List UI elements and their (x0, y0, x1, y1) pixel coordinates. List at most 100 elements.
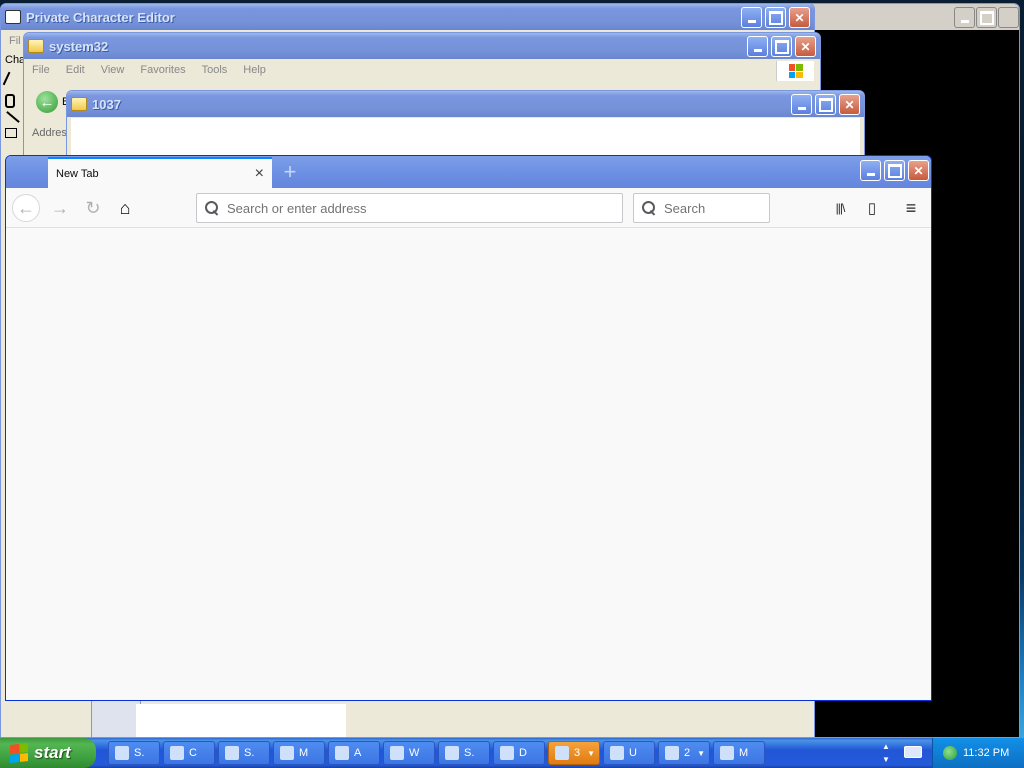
tools-icon (225, 746, 239, 760)
taskbar-button[interactable]: A (328, 741, 380, 765)
reload-button[interactable]: ↻ (79, 194, 107, 222)
taskbar-button-label: M (739, 747, 749, 759)
taskbar-button[interactable]: M (713, 741, 765, 765)
firefox-window[interactable]: New Tab × + ✕ ← → ↻ ⌂ Search or enter ad… (5, 155, 932, 701)
taskbar-button[interactable]: D (493, 741, 545, 765)
group-arrow-icon: ▼ (587, 748, 596, 758)
document-icon (500, 746, 514, 760)
forward-button[interactable]: → (46, 194, 74, 222)
maximize-button[interactable] (976, 7, 997, 28)
tab-title: New Tab (56, 167, 99, 180)
system32-menubar: File Edit View Favorites Tools Help (24, 59, 820, 81)
close-button[interactable]: ✕ (908, 160, 929, 181)
windows-logo-icon (776, 61, 814, 81)
pce-titlebar[interactable]: Private Character Editor (1, 4, 814, 30)
back-button[interactable]: ← B (36, 91, 69, 113)
taskbar-buttons: S. C S. M A W S. D 3 ▼ U 2 ▼ M (108, 741, 765, 765)
taskbar-button-label: A (354, 747, 362, 759)
back-button[interactable]: ← (12, 194, 40, 222)
menu-file[interactable]: File (24, 64, 58, 76)
network-icon[interactable] (943, 746, 957, 760)
globe-icon (280, 746, 294, 760)
pce-app-icon (5, 10, 21, 24)
tab-new-tab[interactable]: New Tab × (48, 157, 272, 188)
window-icon (335, 746, 349, 760)
taskbar-button[interactable]: W (383, 741, 435, 765)
taskbar-button[interactable]: C (163, 741, 215, 765)
line-icon[interactable] (6, 111, 20, 123)
search-icon (205, 201, 219, 215)
minimize-button[interactable] (954, 7, 975, 28)
minimize-button[interactable] (747, 36, 768, 57)
pce-canvas (136, 704, 346, 737)
taskbar-button[interactable]: S. (438, 741, 490, 765)
url-placeholder: Search or enter address (227, 200, 367, 216)
tab-strip: New Tab × + ✕ (6, 156, 931, 188)
close-button[interactable] (998, 7, 1019, 28)
pce-grid-area (91, 699, 141, 737)
system32-title: system32 (49, 38, 109, 54)
menu-favorites[interactable]: Favorites (132, 64, 193, 76)
taskbar-button[interactable]: S. (108, 741, 160, 765)
new-tab-button[interactable]: + (278, 159, 302, 184)
navigation-toolbar: ← → ↻ ⌂ Search or enter address Search |… (6, 188, 931, 228)
taskbar-button[interactable]: M (273, 741, 325, 765)
hamburger-menu-icon[interactable]: ≡ (900, 198, 922, 218)
pencil-icon[interactable] (2, 71, 22, 91)
drive-icon (115, 746, 129, 760)
mouse-icon (720, 746, 734, 760)
taskbar-button[interactable]: U (603, 741, 655, 765)
clock[interactable]: 11:32 PM (963, 747, 1009, 759)
maximize-button[interactable] (771, 36, 792, 57)
group-arrow-icon: ▼ (697, 748, 706, 758)
taskbar-button-label: D (519, 747, 527, 759)
library-icon[interactable]: |||\ (829, 198, 851, 218)
tab-close-icon[interactable]: × (255, 165, 264, 183)
search-bar[interactable]: Search (633, 193, 770, 223)
taskbar-button-label: C (189, 747, 197, 759)
menu-help[interactable]: Help (235, 64, 274, 76)
system32-titlebar[interactable]: system32 (24, 33, 820, 59)
menu-tools[interactable]: Tools (194, 64, 236, 76)
address-label: Addres (32, 127, 67, 139)
help-icon (445, 746, 459, 760)
maximize-button[interactable] (815, 94, 836, 115)
taskbar-button-label: S. (464, 747, 475, 759)
close-button[interactable]: ✕ (789, 7, 810, 28)
home-button[interactable]: ⌂ (111, 194, 139, 222)
back-arrow-icon: ← (36, 91, 58, 113)
taskbar-button[interactable]: 3 ▼ (548, 741, 600, 765)
minimize-button[interactable] (860, 160, 881, 181)
menu-view[interactable]: View (93, 64, 133, 76)
folder-icon (71, 97, 87, 111)
keyboard-icon[interactable] (904, 746, 922, 758)
pce-title: Private Character Editor (26, 9, 175, 25)
rectangle-icon[interactable] (5, 128, 17, 138)
close-button[interactable]: ✕ (839, 94, 860, 115)
taskbar-button[interactable]: 2 ▼ (658, 741, 710, 765)
maximize-button[interactable] (884, 160, 905, 181)
taskbar-button-label: 3 (574, 747, 581, 759)
url-bar[interactable]: Search or enter address (196, 193, 623, 223)
page-content (6, 229, 931, 700)
start-button[interactable]: start (0, 738, 96, 768)
taskbar-scroll-arrows[interactable]: ▲ ▼ (880, 740, 892, 766)
maximize-button[interactable] (765, 7, 786, 28)
menu-edit[interactable]: Edit (58, 64, 93, 76)
taskbar-button-label: W (409, 747, 420, 759)
sidebar-icon[interactable]: ▯ (861, 198, 883, 218)
taskbar-button-label: S. (244, 747, 255, 759)
search-placeholder: Search (664, 200, 706, 216)
folder-icon (28, 39, 44, 53)
book-icon (610, 746, 624, 760)
chess-icon (665, 746, 679, 760)
folder-1037-titlebar[interactable]: 1037 (67, 91, 864, 117)
pce-label: Cha (5, 54, 26, 66)
taskbar-button[interactable]: S. (218, 741, 270, 765)
minimize-button[interactable] (741, 7, 762, 28)
taskbar: start S. C S. M A W S. D 3 ▼ U 2 ▼ M ▲ ▼ 11:32 PM (0, 738, 1024, 768)
minimize-button[interactable] (791, 94, 812, 115)
close-button[interactable]: ✕ (795, 36, 816, 57)
brush-icon[interactable] (5, 94, 15, 108)
taskbar-button-label: 2 (684, 747, 691, 759)
